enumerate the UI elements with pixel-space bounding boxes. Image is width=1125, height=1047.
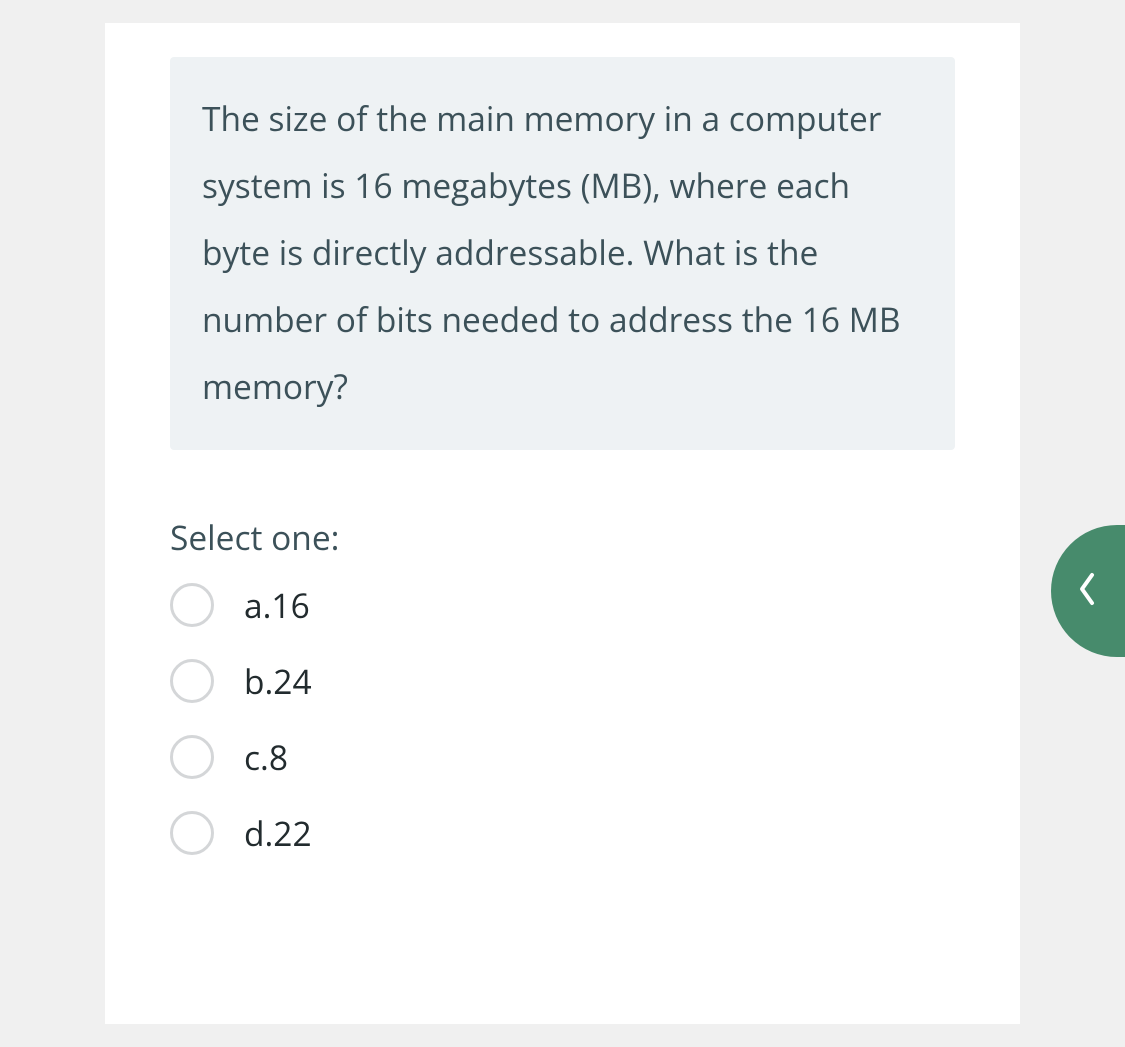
option-c-label: c.8 bbox=[244, 734, 288, 780]
option-a[interactable]: a.16 bbox=[170, 582, 955, 628]
option-d-label: d.22 bbox=[244, 810, 312, 856]
radio-c[interactable] bbox=[170, 735, 214, 779]
select-one-prompt: Select one: bbox=[170, 514, 955, 560]
side-drawer-toggle[interactable] bbox=[1051, 525, 1125, 657]
radio-a[interactable] bbox=[170, 583, 214, 627]
options-list: a.16 b.24 c.8 d.22 bbox=[170, 582, 955, 856]
radio-d[interactable] bbox=[170, 811, 214, 855]
question-card: The size of the main memory in a compute… bbox=[105, 23, 1020, 1024]
option-c[interactable]: c.8 bbox=[170, 734, 955, 780]
question-text-box: The size of the main memory in a compute… bbox=[170, 57, 955, 450]
option-b[interactable]: b.24 bbox=[170, 658, 955, 704]
option-a-label: a.16 bbox=[244, 582, 310, 628]
radio-b[interactable] bbox=[170, 659, 214, 703]
question-text: The size of the main memory in a compute… bbox=[202, 95, 900, 409]
option-b-label: b.24 bbox=[244, 658, 312, 704]
option-d[interactable]: d.22 bbox=[170, 810, 955, 856]
chevron-left-icon bbox=[1074, 569, 1102, 614]
